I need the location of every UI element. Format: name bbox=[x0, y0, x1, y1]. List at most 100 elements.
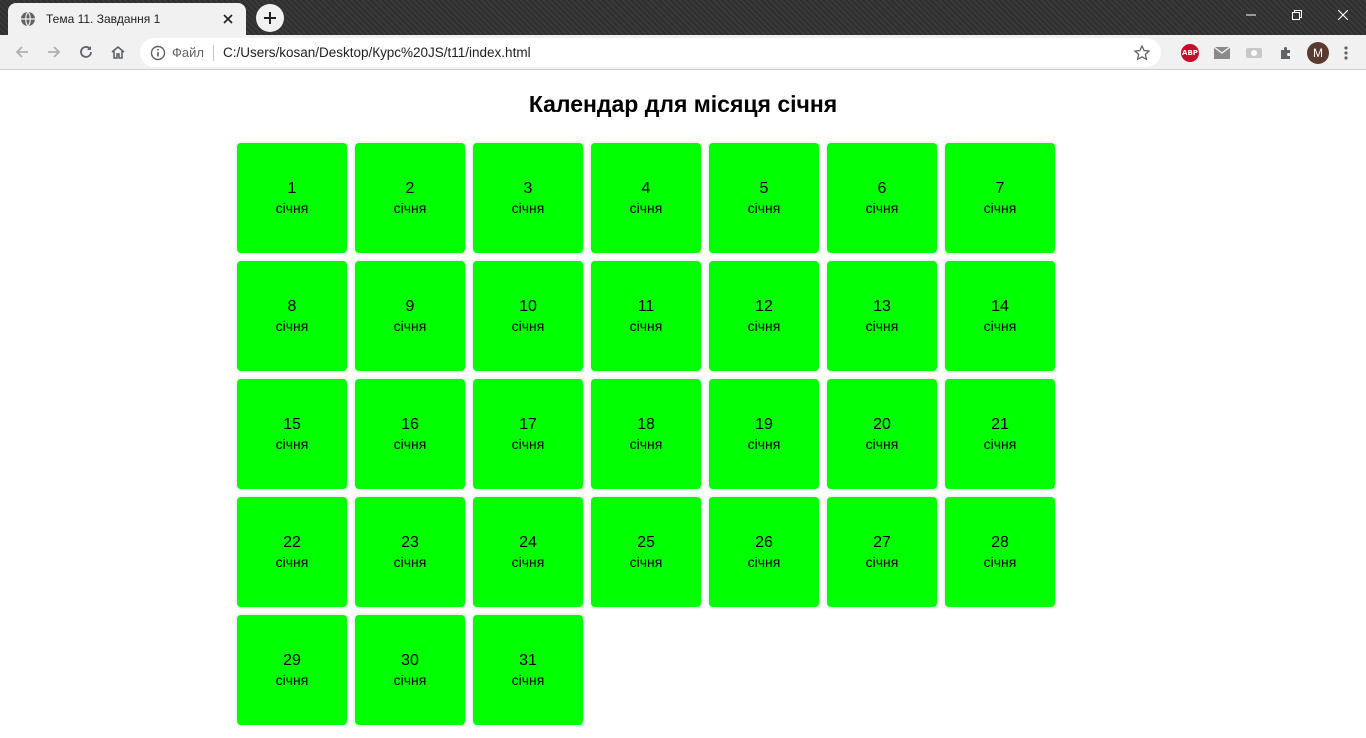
day-number: 28 bbox=[991, 534, 1009, 551]
day-month-label: січня bbox=[393, 200, 427, 216]
day-month-label: січня bbox=[865, 436, 899, 452]
day-number: 18 bbox=[637, 416, 655, 433]
day-month-label: січня bbox=[629, 554, 663, 570]
day-number: 3 bbox=[523, 180, 533, 197]
day-month-label: січня bbox=[511, 318, 545, 334]
calendar-day-cell: 28 січня bbox=[945, 497, 1055, 607]
calendar-day-cell: 3 січня bbox=[473, 143, 583, 253]
profile-button[interactable]: M bbox=[1302, 38, 1334, 67]
calendar-day-cell: 29 січня bbox=[237, 615, 347, 725]
menu-button[interactable] bbox=[1334, 38, 1358, 67]
calendar-day-cell: 9 січня bbox=[355, 261, 465, 371]
calendar-day-cell: 27 січня bbox=[827, 497, 937, 607]
day-month-label: січня bbox=[865, 554, 899, 570]
calendar-day-cell: 4 січня bbox=[591, 143, 701, 253]
calendar-day-cell: 15 січня bbox=[237, 379, 347, 489]
calendar-day-cell: 13 січня bbox=[827, 261, 937, 371]
day-number: 20 bbox=[873, 416, 891, 433]
back-button[interactable] bbox=[6, 36, 38, 68]
day-month-label: січня bbox=[393, 672, 427, 688]
star-icon[interactable] bbox=[1133, 43, 1151, 62]
calendar-day-cell: 2 січня bbox=[355, 143, 465, 253]
day-number: 5 bbox=[759, 180, 769, 197]
avatar: M bbox=[1307, 41, 1329, 64]
reload-icon bbox=[80, 46, 92, 58]
home-button[interactable] bbox=[102, 36, 134, 68]
calendar-day-cell: 20 січня bbox=[827, 379, 937, 489]
window-controls bbox=[1228, 0, 1366, 30]
day-month-label: січня bbox=[393, 318, 427, 334]
url-text[interactable]: C:/Users/kosan/Desktop/Курс%20JS/t11/ind… bbox=[223, 45, 1133, 60]
day-number: 31 bbox=[519, 652, 537, 669]
day-number: 9 bbox=[405, 298, 415, 315]
day-number: 14 bbox=[991, 298, 1009, 315]
close-icon[interactable] bbox=[220, 11, 236, 27]
forward-button[interactable] bbox=[38, 36, 70, 68]
calendar-day-cell: 1 січня bbox=[237, 143, 347, 253]
day-number: 7 bbox=[995, 180, 1005, 197]
close-window-button[interactable] bbox=[1320, 0, 1366, 30]
page-content: Календар для місяця січня 1 січня 2 січня 3 с… bbox=[0, 70, 1366, 738]
day-number: 22 bbox=[283, 534, 301, 551]
minimize-icon bbox=[1246, 14, 1256, 16]
calendar-day-cell: 8 січня bbox=[237, 261, 347, 371]
day-month-label: січня bbox=[393, 554, 427, 570]
calendar-day-cell: 23 січня bbox=[355, 497, 465, 607]
day-month-label: січня bbox=[747, 436, 781, 452]
arrow-left-icon bbox=[15, 46, 28, 58]
day-month-label: січня bbox=[275, 318, 309, 334]
adblock-extension[interactable]: ABP bbox=[1174, 38, 1206, 67]
calendar-day-cell: 12 січня bbox=[709, 261, 819, 371]
day-number: 13 bbox=[873, 298, 891, 315]
globe-icon bbox=[20, 11, 36, 27]
day-number: 16 bbox=[401, 416, 419, 433]
calendar-day-cell: 31 січня bbox=[473, 615, 583, 725]
minimize-button[interactable] bbox=[1228, 0, 1274, 30]
address-bar[interactable]: Файл C:/Users/kosan/Desktop/Курс%20JS/t1… bbox=[140, 38, 1161, 67]
browser-toolbar: Файл C:/Users/kosan/Desktop/Курс%20JS/t1… bbox=[0, 35, 1366, 70]
plus-icon bbox=[264, 12, 276, 24]
extensions-button[interactable] bbox=[1270, 38, 1302, 67]
reload-button[interactable] bbox=[70, 36, 102, 68]
restore-button[interactable] bbox=[1274, 0, 1320, 30]
browser-tab[interactable]: Тема 11. Завдання 1 bbox=[8, 3, 246, 35]
day-month-label: січня bbox=[983, 200, 1017, 216]
restore-icon bbox=[1292, 10, 1302, 20]
arrow-right-icon bbox=[48, 46, 61, 58]
day-month-label: січня bbox=[393, 436, 427, 452]
address-separator bbox=[212, 44, 214, 61]
day-month-label: січня bbox=[983, 318, 1017, 334]
day-month-label: січня bbox=[865, 318, 899, 334]
day-month-label: січня bbox=[275, 436, 309, 452]
day-month-label: січня bbox=[275, 554, 309, 570]
record-extension[interactable] bbox=[1238, 38, 1270, 67]
day-number: 21 bbox=[991, 416, 1009, 433]
puzzle-icon bbox=[1281, 46, 1290, 59]
new-tab-button[interactable] bbox=[256, 4, 284, 32]
day-month-label: січня bbox=[865, 200, 899, 216]
day-month-label: січня bbox=[275, 672, 309, 688]
calendar-day-cell: 5 січня bbox=[709, 143, 819, 253]
mail-icon bbox=[1213, 45, 1231, 59]
abp-icon: ABP bbox=[1181, 43, 1199, 62]
day-number: 24 bbox=[519, 534, 537, 551]
mail-extension[interactable] bbox=[1206, 38, 1238, 67]
calendar-grid: 1 січня 2 січня 3 січня 4 січня 5 січня 6 січня 7 січ… bbox=[237, 143, 1057, 725]
calendar-day-cell: 30 січня bbox=[355, 615, 465, 725]
day-number: 12 bbox=[755, 298, 773, 315]
day-number: 17 bbox=[519, 416, 537, 433]
day-number: 1 bbox=[287, 180, 297, 197]
day-month-label: січня bbox=[747, 554, 781, 570]
day-number: 29 bbox=[283, 652, 301, 669]
day-month-label: січня bbox=[275, 200, 309, 216]
record-icon bbox=[1246, 47, 1262, 58]
info-icon[interactable] bbox=[150, 45, 166, 61]
calendar-day-cell: 14 січня bbox=[945, 261, 1055, 371]
day-number: 8 bbox=[287, 298, 297, 315]
day-month-label: січня bbox=[747, 318, 781, 334]
extensions-area: ABP M bbox=[1174, 38, 1358, 67]
day-month-label: січня bbox=[629, 200, 663, 216]
day-number: 30 bbox=[401, 652, 419, 669]
calendar-day-cell: 24 січня bbox=[473, 497, 583, 607]
calendar-day-cell: 10 січня bbox=[473, 261, 583, 371]
